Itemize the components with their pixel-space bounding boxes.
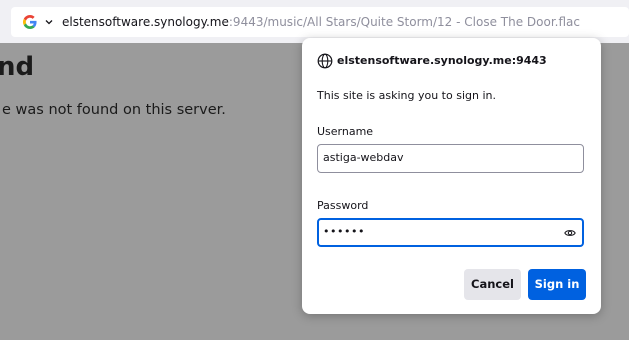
browser-toolbar: elstensoftware.synology.me:9443/music/Al… — [0, 0, 629, 43]
sign-in-button[interactable]: Sign in — [528, 269, 586, 300]
page-heading: nd — [0, 52, 35, 82]
dialog-origin: elstensoftware.synology.me:9443 — [337, 54, 547, 67]
username-field[interactable]: astiga-webdav — [317, 144, 584, 173]
auth-dialog: elstensoftware.synology.me:9443 This sit… — [302, 38, 601, 314]
url-path: :9443/music/All Stars/Quite Storm/12 - C… — [228, 15, 580, 29]
search-engine-button[interactable] — [15, 11, 57, 33]
google-icon — [23, 15, 37, 29]
url-text[interactable]: elstensoftware.synology.me:9443/music/Al… — [62, 14, 580, 30]
url-host: elstensoftware.synology.me — [62, 15, 229, 29]
chevron-down-icon — [45, 20, 53, 25]
globe-icon — [317, 53, 333, 69]
password-value: •••••• — [323, 225, 365, 238]
cancel-button[interactable]: Cancel — [464, 269, 521, 300]
username-label: Username — [317, 125, 374, 138]
password-label: Password — [317, 199, 369, 212]
username-value: astiga-webdav — [323, 151, 404, 164]
address-bar[interactable]: elstensoftware.synology.me:9443/music/Al… — [11, 7, 629, 37]
password-field[interactable]: •••••• — [317, 218, 584, 247]
dialog-prompt: This site is asking you to sign in. — [317, 89, 496, 102]
eye-icon[interactable] — [564, 227, 576, 239]
page-message: e was not found on this server. — [2, 102, 226, 118]
